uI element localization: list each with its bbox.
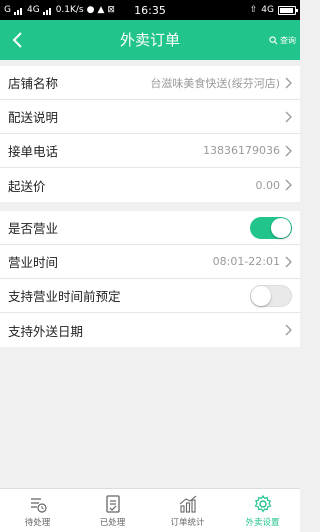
search-button[interactable]: 查询 xyxy=(269,20,296,60)
row-label: 是否营业 xyxy=(8,221,59,236)
bottom-tab-bar: 待处理 已处理 订单统计 外卖设置 xyxy=(0,488,300,532)
chevron-right-icon xyxy=(285,324,292,336)
business-hours-value: 08:01-22:01 xyxy=(212,255,280,268)
tab-label: 外卖设置 xyxy=(245,517,280,528)
search-label: 查询 xyxy=(280,35,296,45)
app-header: 外卖订单 查询 xyxy=(0,20,300,60)
tab-label: 订单统计 xyxy=(170,517,205,528)
row-min-order-price[interactable]: 起送价 0.00 xyxy=(0,168,300,202)
tab-pending[interactable]: 待处理 xyxy=(0,489,75,532)
tab-label: 待处理 xyxy=(24,517,51,528)
battery-icon xyxy=(278,5,298,15)
row-label: 店铺名称 xyxy=(8,76,59,91)
row-order-phone[interactable]: 接单电话 13836179036 xyxy=(0,134,300,168)
shop-info-group: 店铺名称 台滋味美食快送(绥芬河店) 配送说明 接单电话 13836179036… xyxy=(0,66,300,202)
tab-processed[interactable]: 已处理 xyxy=(75,489,150,532)
row-label: 营业时间 xyxy=(8,255,59,270)
upload-icon: ⇧ xyxy=(249,5,258,15)
pending-icon xyxy=(30,497,47,513)
row-shop-name[interactable]: 店铺名称 台滋味美食快送(绥芬河店) xyxy=(0,66,300,100)
tab-delivery-settings[interactable]: 外卖设置 xyxy=(225,489,300,532)
row-label: 支持营业时间前预定 xyxy=(8,289,121,304)
stats-icon xyxy=(179,495,196,513)
shop-name-value: 台滋味美食快送(绥芬河店) xyxy=(150,76,280,90)
network-right-label: 4G xyxy=(261,5,274,15)
preorder-toggle[interactable] xyxy=(250,284,292,307)
open-status-toggle[interactable] xyxy=(250,216,292,239)
row-label: 接单电话 xyxy=(8,144,59,159)
tab-statistics[interactable]: 订单统计 xyxy=(150,489,225,532)
row-preorder: 支持营业时间前预定 xyxy=(0,279,300,313)
min-order-price-value: 0.00 xyxy=(255,178,281,192)
row-open-status: 是否营业 xyxy=(0,211,300,245)
row-label: 起送价 xyxy=(8,178,46,194)
row-delivery-dates[interactable]: 支持外送日期 xyxy=(0,313,300,347)
business-hours-group: 是否营业 营业时间 08:01-22:01 支持营业时间前预定 支持外送日期 xyxy=(0,211,300,347)
gear-icon xyxy=(254,494,271,513)
row-label: 支持外送日期 xyxy=(8,323,84,339)
chevron-right-icon xyxy=(285,111,292,122)
processed-icon xyxy=(105,494,120,513)
tab-label: 已处理 xyxy=(99,517,126,528)
row-label: 配送说明 xyxy=(8,110,59,125)
status-bar: G 4G 0.1K/s ● ▲ ⊠ 16:35 ⇧ 4G xyxy=(0,0,300,20)
page-title: 外卖订单 xyxy=(119,31,180,49)
search-icon xyxy=(269,35,278,44)
row-business-hours[interactable]: 营业时间 08:01-22:01 xyxy=(0,245,300,279)
row-delivery-notes[interactable]: 配送说明 xyxy=(0,100,300,134)
chevron-right-icon xyxy=(285,145,292,156)
chevron-right-icon xyxy=(285,77,292,88)
chevron-right-icon xyxy=(285,179,292,191)
chevron-right-icon xyxy=(285,256,292,267)
order-phone-value: 13836179036 xyxy=(203,144,280,157)
